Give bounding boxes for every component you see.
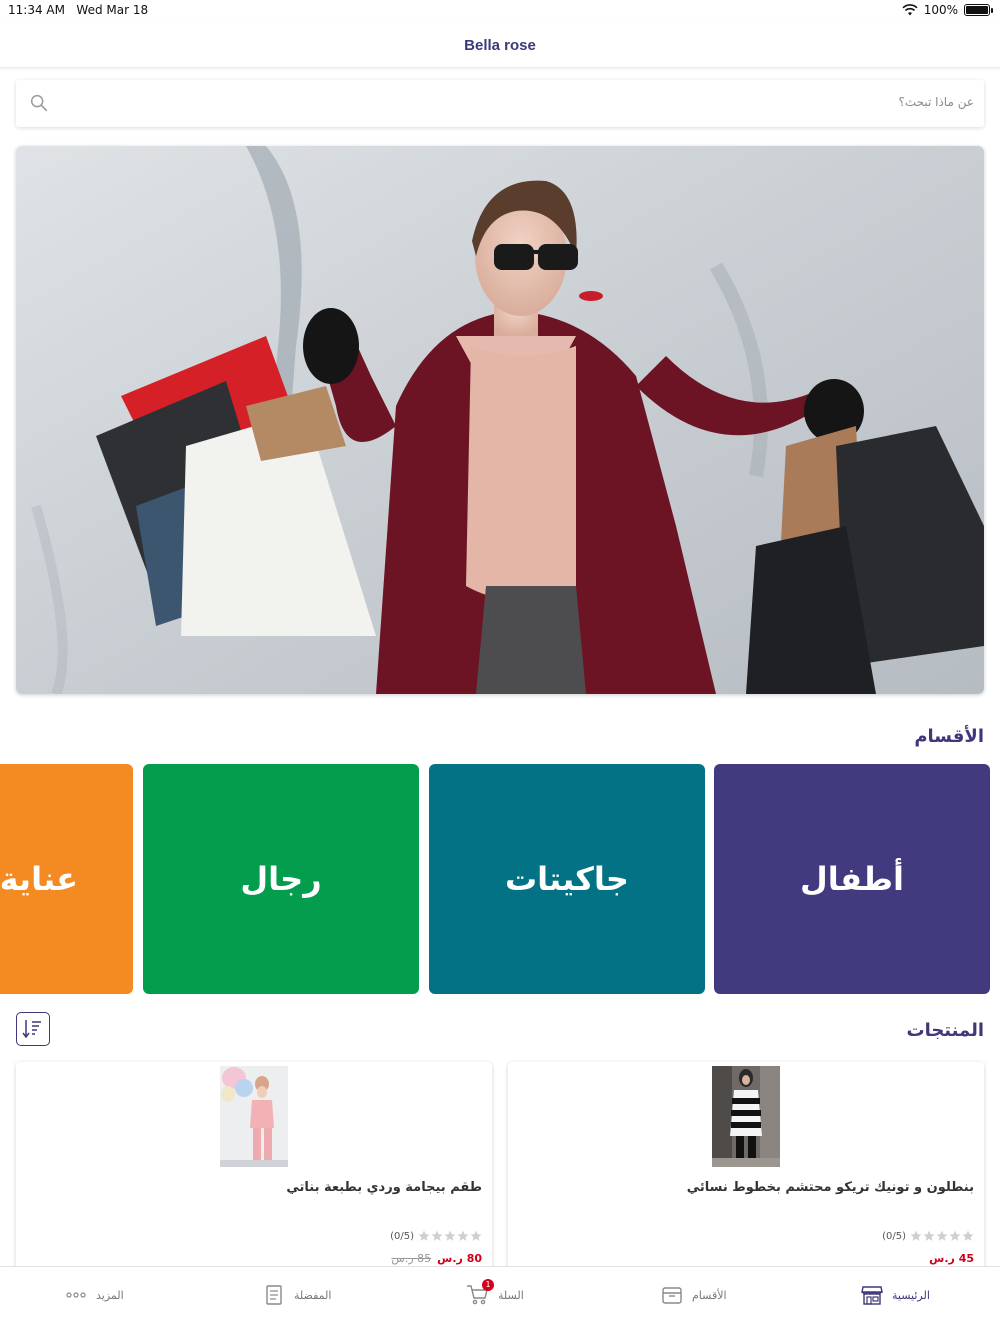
categories-carousel[interactable]: أطفال جاكيتات رجال عناية (0, 764, 1000, 994)
star-icon (444, 1230, 456, 1241)
star-icon (910, 1230, 922, 1241)
product-rating: (0/5) (390, 1230, 482, 1242)
categories-title: الأقسام (914, 726, 984, 747)
product-image (220, 1066, 288, 1167)
tab-categories[interactable]: الأقسام (660, 1283, 727, 1307)
cart-badge: 1 (482, 1279, 494, 1291)
product-price: 45 ر.س (929, 1252, 974, 1265)
battery-icon (964, 4, 993, 16)
app-title: Bella rose (464, 37, 536, 54)
category-label: رجال (240, 860, 322, 898)
tab-bar: الرئيسية الأقسام 1 السلة المفضلة المزيد (0, 1266, 1000, 1334)
tab-label: المزيد (96, 1288, 124, 1302)
box-icon (662, 1287, 682, 1304)
battery-percent: 100% (923, 3, 958, 17)
category-tile-jackets[interactable]: جاكيتات (429, 764, 705, 994)
rating-text: (0/5) (882, 1230, 906, 1242)
tab-label: الرئيسية (892, 1288, 930, 1302)
tab-label: الأقسام (692, 1288, 727, 1302)
product-price-row: 45 ر.س (929, 1252, 974, 1265)
search-placeholder: عن ماذا تبحث؟ (898, 95, 974, 109)
product-name: طقم بيجامة وردي بطبعة بناتي (286, 1180, 482, 1195)
rating-text: (0/5) (390, 1230, 414, 1242)
product-name: بنطلون و تونيك تريكو محتشم بخطوط نسائي (686, 1180, 974, 1195)
tab-home[interactable]: الرئيسية (860, 1283, 930, 1307)
navigation-bar: Bella rose (0, 22, 1000, 68)
category-tile-care[interactable]: عناية (0, 764, 133, 994)
store-icon (861, 1286, 883, 1305)
rating-stars (910, 1230, 974, 1242)
star-icon (470, 1230, 482, 1241)
more-icon (66, 1292, 86, 1298)
product-price: 80 ر.س (437, 1252, 482, 1265)
category-label: جاكيتات (505, 860, 629, 898)
products-title: المنتجات (906, 1020, 984, 1041)
sort-button[interactable] (16, 1012, 50, 1046)
sort-icon (22, 1020, 41, 1039)
category-label: عناية (0, 860, 78, 898)
promo-banner[interactable] (16, 146, 984, 694)
tab-label: المفضلة (294, 1288, 332, 1302)
cart-icon: 1 (466, 1279, 494, 1307)
star-icon (962, 1230, 974, 1241)
star-icon (431, 1230, 443, 1241)
star-icon (949, 1230, 961, 1241)
banner-image (16, 146, 984, 694)
product-price-row: 80 ر.س 85 ر.س (391, 1252, 482, 1265)
star-icon (457, 1230, 469, 1241)
category-tile-men[interactable]: رجال (143, 764, 419, 994)
tab-more[interactable]: المزيد (64, 1283, 124, 1307)
product-image (712, 1066, 780, 1167)
product-card[interactable]: طقم بيجامة وردي بطبعة بناتي (0/5) 80 ر.س… (16, 1062, 492, 1282)
star-icon (418, 1230, 430, 1241)
status-time: 11:34 AM Wed Mar 18 (8, 3, 149, 17)
status-bar: 11:34 AM Wed Mar 18 100% (0, 0, 1000, 22)
product-rating: (0/5) (882, 1230, 974, 1242)
tab-label: السلة (498, 1288, 524, 1302)
star-icon (936, 1230, 948, 1241)
search-icon (30, 94, 48, 112)
product-card[interactable]: بنطلون و تونيك تريكو محتشم بخطوط نسائي (… (508, 1062, 984, 1282)
list-icon (266, 1285, 282, 1305)
wifi-icon (902, 4, 918, 16)
star-icon (923, 1230, 935, 1241)
category-label: أطفال (800, 860, 904, 898)
rating-stars (418, 1230, 482, 1242)
tab-favorites[interactable]: المفضلة (262, 1283, 331, 1307)
tab-cart[interactable]: 1 السلة (466, 1279, 524, 1307)
product-old-price: 85 ر.س (391, 1252, 432, 1265)
battery-fill (966, 6, 988, 14)
search-input[interactable]: عن ماذا تبحث؟ (16, 80, 984, 127)
category-tile-kids[interactable]: أطفال (714, 764, 990, 994)
